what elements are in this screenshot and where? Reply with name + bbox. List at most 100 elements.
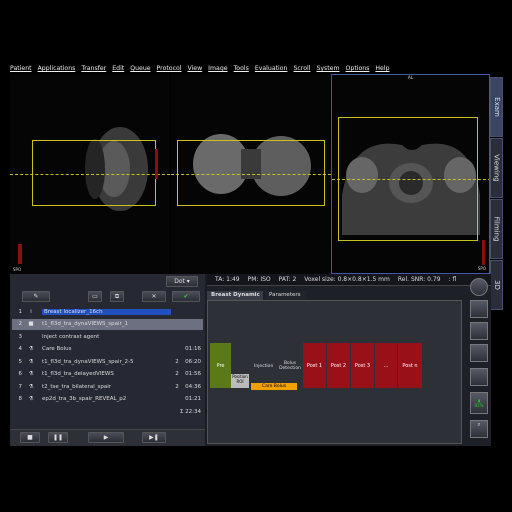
tab-exam[interactable]: Exam — [490, 77, 503, 137]
protocol-time: 01:16 — [185, 346, 201, 352]
image-button[interactable] — [470, 344, 488, 362]
protocol-row[interactable]: 2 ■ t1_fl3d_tra_dynaVIEWS_spair_1 — [12, 318, 203, 330]
protocol-row[interactable]: 1 i Breast localizer_16ch — [12, 306, 203, 317]
fov-box[interactable] — [32, 140, 156, 206]
protocol-name: Care Bolus — [42, 346, 72, 352]
check-icon: ✔ — [183, 293, 189, 300]
search-button[interactable]: ⌕ — [470, 420, 488, 438]
protocol-extra: 2 — [175, 358, 179, 365]
comment-icon: ▭ — [92, 293, 98, 300]
level-bar — [18, 244, 22, 264]
edit-button[interactable]: ✎ — [22, 291, 50, 302]
layout-button[interactable] — [470, 300, 488, 318]
protocol-time: 01:21 — [185, 396, 201, 402]
viewport-3[interactable]: AL SPO — [331, 74, 490, 274]
care-bolus-label: Care Bolus — [261, 384, 287, 389]
viewport-2[interactable] — [171, 74, 331, 274]
protocol-row[interactable]: 5 ⚗ t1_fl3d_tra_dynaVIEWS_spair_2-5 2 06:20 — [12, 356, 203, 367]
snr-value: Rel. SNR: 0.79 — [397, 276, 441, 283]
protocol-name: ep2d_tra_3b_spair_REVEAL_p2 — [42, 396, 127, 402]
protocol-type-icon: ⚗ — [28, 358, 34, 365]
total-time-value: Σ 22:34 — [179, 408, 201, 415]
menu-patient[interactable]: Patient — [10, 65, 32, 72]
stop-button[interactable]: ■ — [20, 432, 40, 443]
row-number: 2 — [18, 321, 23, 327]
bolus-detection-label: Bolus Detection — [279, 361, 301, 371]
protocol-time: 06:20 — [185, 358, 201, 365]
menu-scroll[interactable]: Scroll — [293, 65, 310, 72]
tab-breast-dynamic[interactable]: Breast Dynamic — [207, 291, 263, 300]
position-roi-label: Position ROI — [232, 374, 248, 384]
protocol-type-icon: ⚗ — [28, 383, 34, 390]
status-line: TA: 1:49 PM: ISO PAT: 2 Voxel size: 0.8×… — [207, 274, 491, 286]
menu-evaluation[interactable]: Evaluation — [255, 65, 288, 72]
apply-button[interactable]: ✔ — [172, 291, 200, 302]
injection-label: Injection — [254, 364, 274, 369]
dot-button[interactable]: Dot ▾ — [166, 276, 198, 287]
tab-viewing-label: Viewing — [492, 154, 501, 182]
protocol-name: Inject contrast agent — [42, 333, 100, 340]
copy-icon: ⧉ — [114, 292, 120, 300]
menu-options[interactable]: Options — [346, 65, 370, 72]
comment-button[interactable]: ▭ — [88, 291, 102, 302]
total-time: Σ 22:34 — [12, 406, 203, 417]
menu-system[interactable]: System — [316, 65, 339, 72]
post-2-label: Post 2 — [330, 362, 347, 369]
row-number: 7 — [18, 383, 23, 390]
menu-view[interactable]: View — [187, 65, 202, 72]
menu-tools[interactable]: Tools — [234, 65, 249, 72]
mode-value: : fl — [448, 276, 457, 283]
tab-filming[interactable]: Filming — [490, 199, 503, 259]
pencil-icon: ✎ — [33, 293, 39, 300]
row-number: 4 — [18, 346, 23, 352]
pre-segment: Pre — [210, 343, 231, 388]
battery-status: ▮ 81% — [470, 392, 488, 414]
tab-parameters-label: Parameters — [269, 292, 301, 298]
menu-applications[interactable]: Applications — [38, 65, 76, 72]
dot-label: Dot — [174, 278, 185, 285]
ta-value: TA: 1:49 — [215, 276, 240, 283]
protocol-panel: Dot ▾ ✎ ▭ ⧉ ✕ ✔ 1 i Breast localizer_16ch 2… — [10, 274, 205, 446]
menu-image[interactable]: Image — [208, 65, 227, 72]
post-ellipsis-segment: ... — [375, 343, 397, 388]
pm-value: PM: ISO — [247, 276, 271, 283]
protocol-row[interactable]: 8 ⚗ ep2d_tra_3b_spair_REVEAL_p2 01:21 — [12, 394, 203, 405]
tab-exam-label: Exam — [492, 97, 501, 117]
menu-help[interactable]: Help — [375, 65, 389, 72]
post-1-segment: Post 1 — [303, 343, 326, 388]
menu-protocol[interactable]: Protocol — [157, 65, 182, 72]
protocol-name: t2_tse_tra_bilateral_spair — [42, 383, 111, 390]
row-number: 5 — [18, 358, 23, 365]
menu-transfer[interactable]: Transfer — [81, 65, 106, 72]
pat-value: PAT: 2 — [278, 276, 297, 283]
tab-viewing[interactable]: Viewing — [490, 138, 503, 198]
protocol-row[interactable]: 4 ⚗ Care Bolus 01:16 — [12, 344, 203, 355]
post-ellipsis-label: ... — [383, 362, 389, 369]
protocol-row[interactable]: 6 ⚗ t1_fl3d_tra_delayedVIEWS 2 01:56 — [12, 369, 203, 380]
stop-icon: ■ — [27, 434, 33, 441]
tab-3d-label: 3D — [492, 280, 501, 290]
row-number: 1 — [18, 308, 23, 315]
list-button[interactable] — [470, 368, 488, 386]
center-line — [171, 174, 331, 175]
pause-icon: ❚❚ — [52, 434, 64, 441]
timeline-card: Pre Position ROI Injection Bolus Detecti… — [207, 300, 462, 444]
viewport-1[interactable]: SPO — [10, 74, 170, 274]
play-button[interactable]: ▶ — [88, 432, 124, 443]
copy-button[interactable]: ⧉ — [110, 291, 124, 302]
care-bolus-bar: Care Bolus — [251, 383, 297, 390]
protocol-row[interactable]: 3 Inject contrast agent — [12, 331, 203, 342]
globe-button[interactable] — [470, 278, 488, 296]
patient-button[interactable] — [470, 322, 488, 340]
delete-button[interactable]: ✕ — [142, 291, 166, 302]
menu-queue[interactable]: Queue — [130, 65, 150, 72]
pause-button[interactable]: ❚❚ — [48, 432, 68, 443]
post-n-segment: Post n — [398, 343, 422, 388]
tab-3d[interactable]: 3D — [490, 260, 503, 310]
protocol-row[interactable]: 7 ⚗ t2_tse_tra_bilateral_spair 2 04:36 — [12, 381, 203, 392]
skip-button[interactable]: ▶❚ — [142, 432, 166, 443]
menu-edit[interactable]: Edit — [112, 65, 124, 72]
exam-panel: Dot ▾ ✎ ▭ ⧉ ✕ ✔ 1 i Breast localizer_16ch 2… — [10, 274, 491, 446]
tab-parameters[interactable]: Parameters — [265, 291, 307, 300]
fov-box[interactable] — [177, 140, 325, 206]
